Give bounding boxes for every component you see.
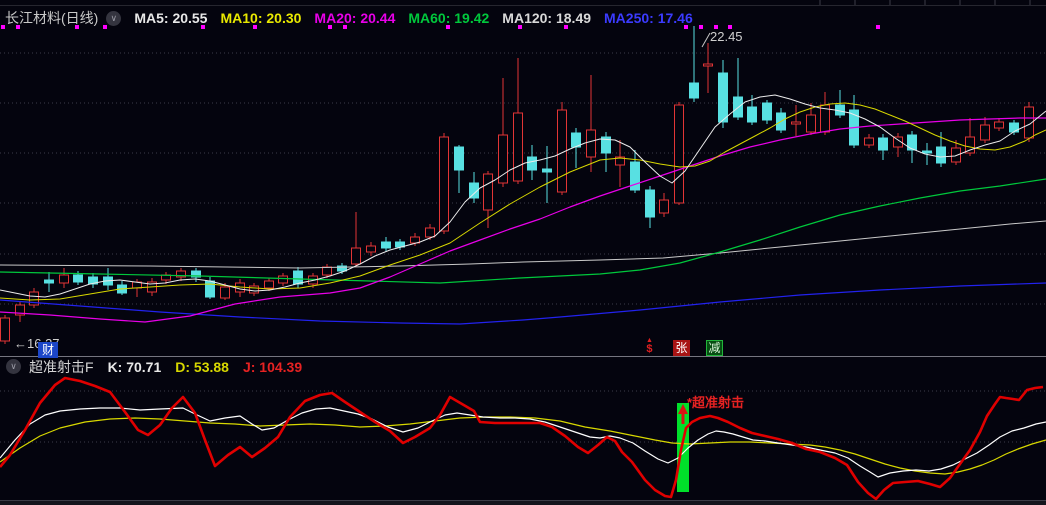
dollar-signal-icon: ▲ $ [646, 337, 653, 355]
buy-signal-bar [677, 403, 689, 492]
high-arrow [701, 32, 711, 48]
ma5-legend: MA5: 20.55 [134, 10, 208, 26]
panel-dividers [0, 356, 1046, 505]
dollar-glyph: $ [646, 343, 653, 355]
kdj-line-D [0, 416, 1046, 475]
chevron-down-icon[interactable]: ∨ [6, 359, 21, 374]
signal-label: *超准射击 [687, 395, 745, 410]
ma-line-MA120 [0, 220, 1046, 269]
gridlines [0, 52, 1046, 443]
sub-indicator-header: ∨ 超准射击F K: 70.71 D: 53.88 J: 104.39 [0, 358, 1046, 375]
sub-indicator-name: 超准射击F [29, 358, 94, 375]
chevron-down-icon[interactable]: ∨ [106, 10, 122, 26]
ma120-legend: MA120: 18.49 [502, 10, 592, 26]
k-value: K: 70.71 [107, 358, 162, 375]
d-value: D: 53.88 [175, 358, 229, 375]
stock-chart-app: 长江材料(日线) ∨ MA5: 20.55 MA10: 20.30 MA20: … [0, 0, 1046, 505]
candlesticks [0, 26, 1034, 344]
stock-title: 长江材料(日线) [5, 10, 99, 26]
ma-line-MA60 [0, 178, 1046, 284]
ma250-legend: MA250: 17.46 [604, 10, 693, 26]
jian-badge[interactable]: 减 [706, 340, 723, 356]
ma10-legend: MA10: 20.30 [220, 10, 302, 26]
j-value: J: 104.39 [242, 358, 303, 375]
ma20-legend: MA20: 20.44 [314, 10, 396, 26]
kdj-lines [0, 376, 1046, 501]
top-ruler [0, 0, 1046, 6]
price-high-annotation: 22.45 [710, 29, 743, 44]
chart-header: 长江材料(日线) ∨ MA5: 20.55 MA10: 20.30 MA20: … [0, 6, 1046, 30]
kdj-line-J [0, 376, 1044, 501]
zhang-badge[interactable]: 张 [673, 340, 690, 356]
ma60-legend: MA60: 19.42 [408, 10, 490, 26]
main-chart-canvas[interactable] [0, 0, 1046, 505]
